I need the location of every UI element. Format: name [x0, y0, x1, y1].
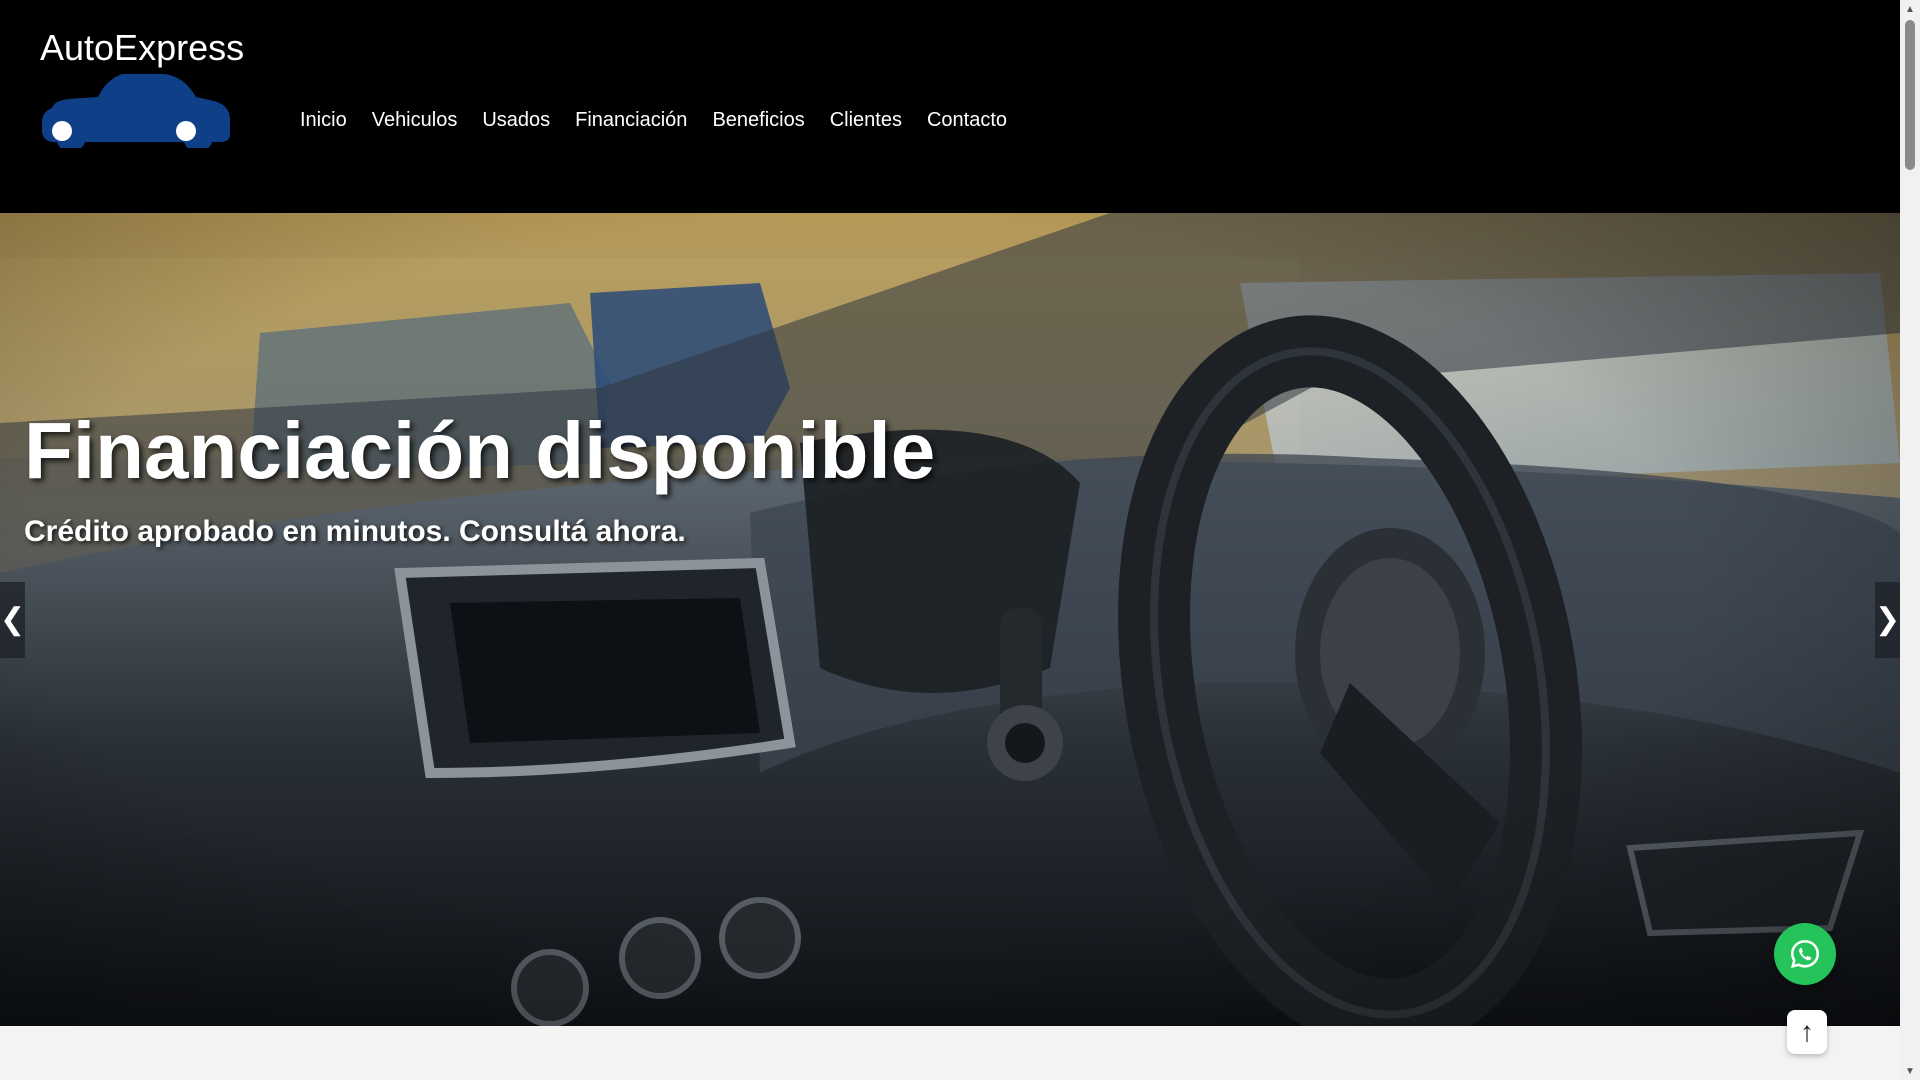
page: AutoExpress Inicio Vehiculos Usados Fina…	[0, 0, 1920, 1080]
carousel-next-button[interactable]: ❯	[1875, 582, 1900, 658]
nav-link-inicio[interactable]: Inicio	[300, 104, 347, 136]
hero-carousel: Financiación disponible Crédito aprobado…	[0, 213, 1900, 1026]
site-header: AutoExpress Inicio Vehiculos Usados Fina…	[0, 0, 1900, 213]
hero-title: Financiación disponible	[24, 406, 936, 495]
main-nav: Inicio Vehiculos Usados Financiación Ben…	[300, 104, 1032, 136]
nav-link-contacto[interactable]: Contacto	[927, 104, 1007, 136]
whatsapp-icon	[1790, 939, 1820, 968]
brand-name: AutoExpress	[40, 27, 245, 68]
whatsapp-button[interactable]	[1774, 923, 1836, 985]
scroll-up-arrow-icon[interactable]: ▲	[1900, 0, 1920, 18]
nav-link-beneficios[interactable]: Beneficios	[712, 104, 804, 136]
hero-subtitle: Crédito aprobado en minutos. Consultá ah…	[24, 515, 686, 548]
scroll-down-arrow-icon[interactable]: ▼	[1900, 1062, 1920, 1080]
car-logo-icon	[42, 74, 230, 148]
arrow-up-icon: ↑	[1800, 1016, 1814, 1047]
brand-logo-link[interactable]: AutoExpress	[40, 26, 260, 156]
scroll-to-top-button[interactable]: ↑	[1787, 1010, 1827, 1054]
scrollbar-thumb[interactable]	[1905, 20, 1915, 170]
nav-link-vehiculos[interactable]: Vehiculos	[372, 104, 458, 136]
nav-link-usados[interactable]: Usados	[482, 104, 550, 136]
vertical-scrollbar[interactable]: ▲ ▼	[1900, 0, 1920, 1080]
nav-link-clientes[interactable]: Clientes	[830, 104, 902, 136]
nav-link-financiacion[interactable]: Financiación	[575, 104, 687, 136]
hero-car-interior-image	[0, 213, 1900, 1026]
carousel-prev-button[interactable]: ❮	[0, 582, 25, 658]
